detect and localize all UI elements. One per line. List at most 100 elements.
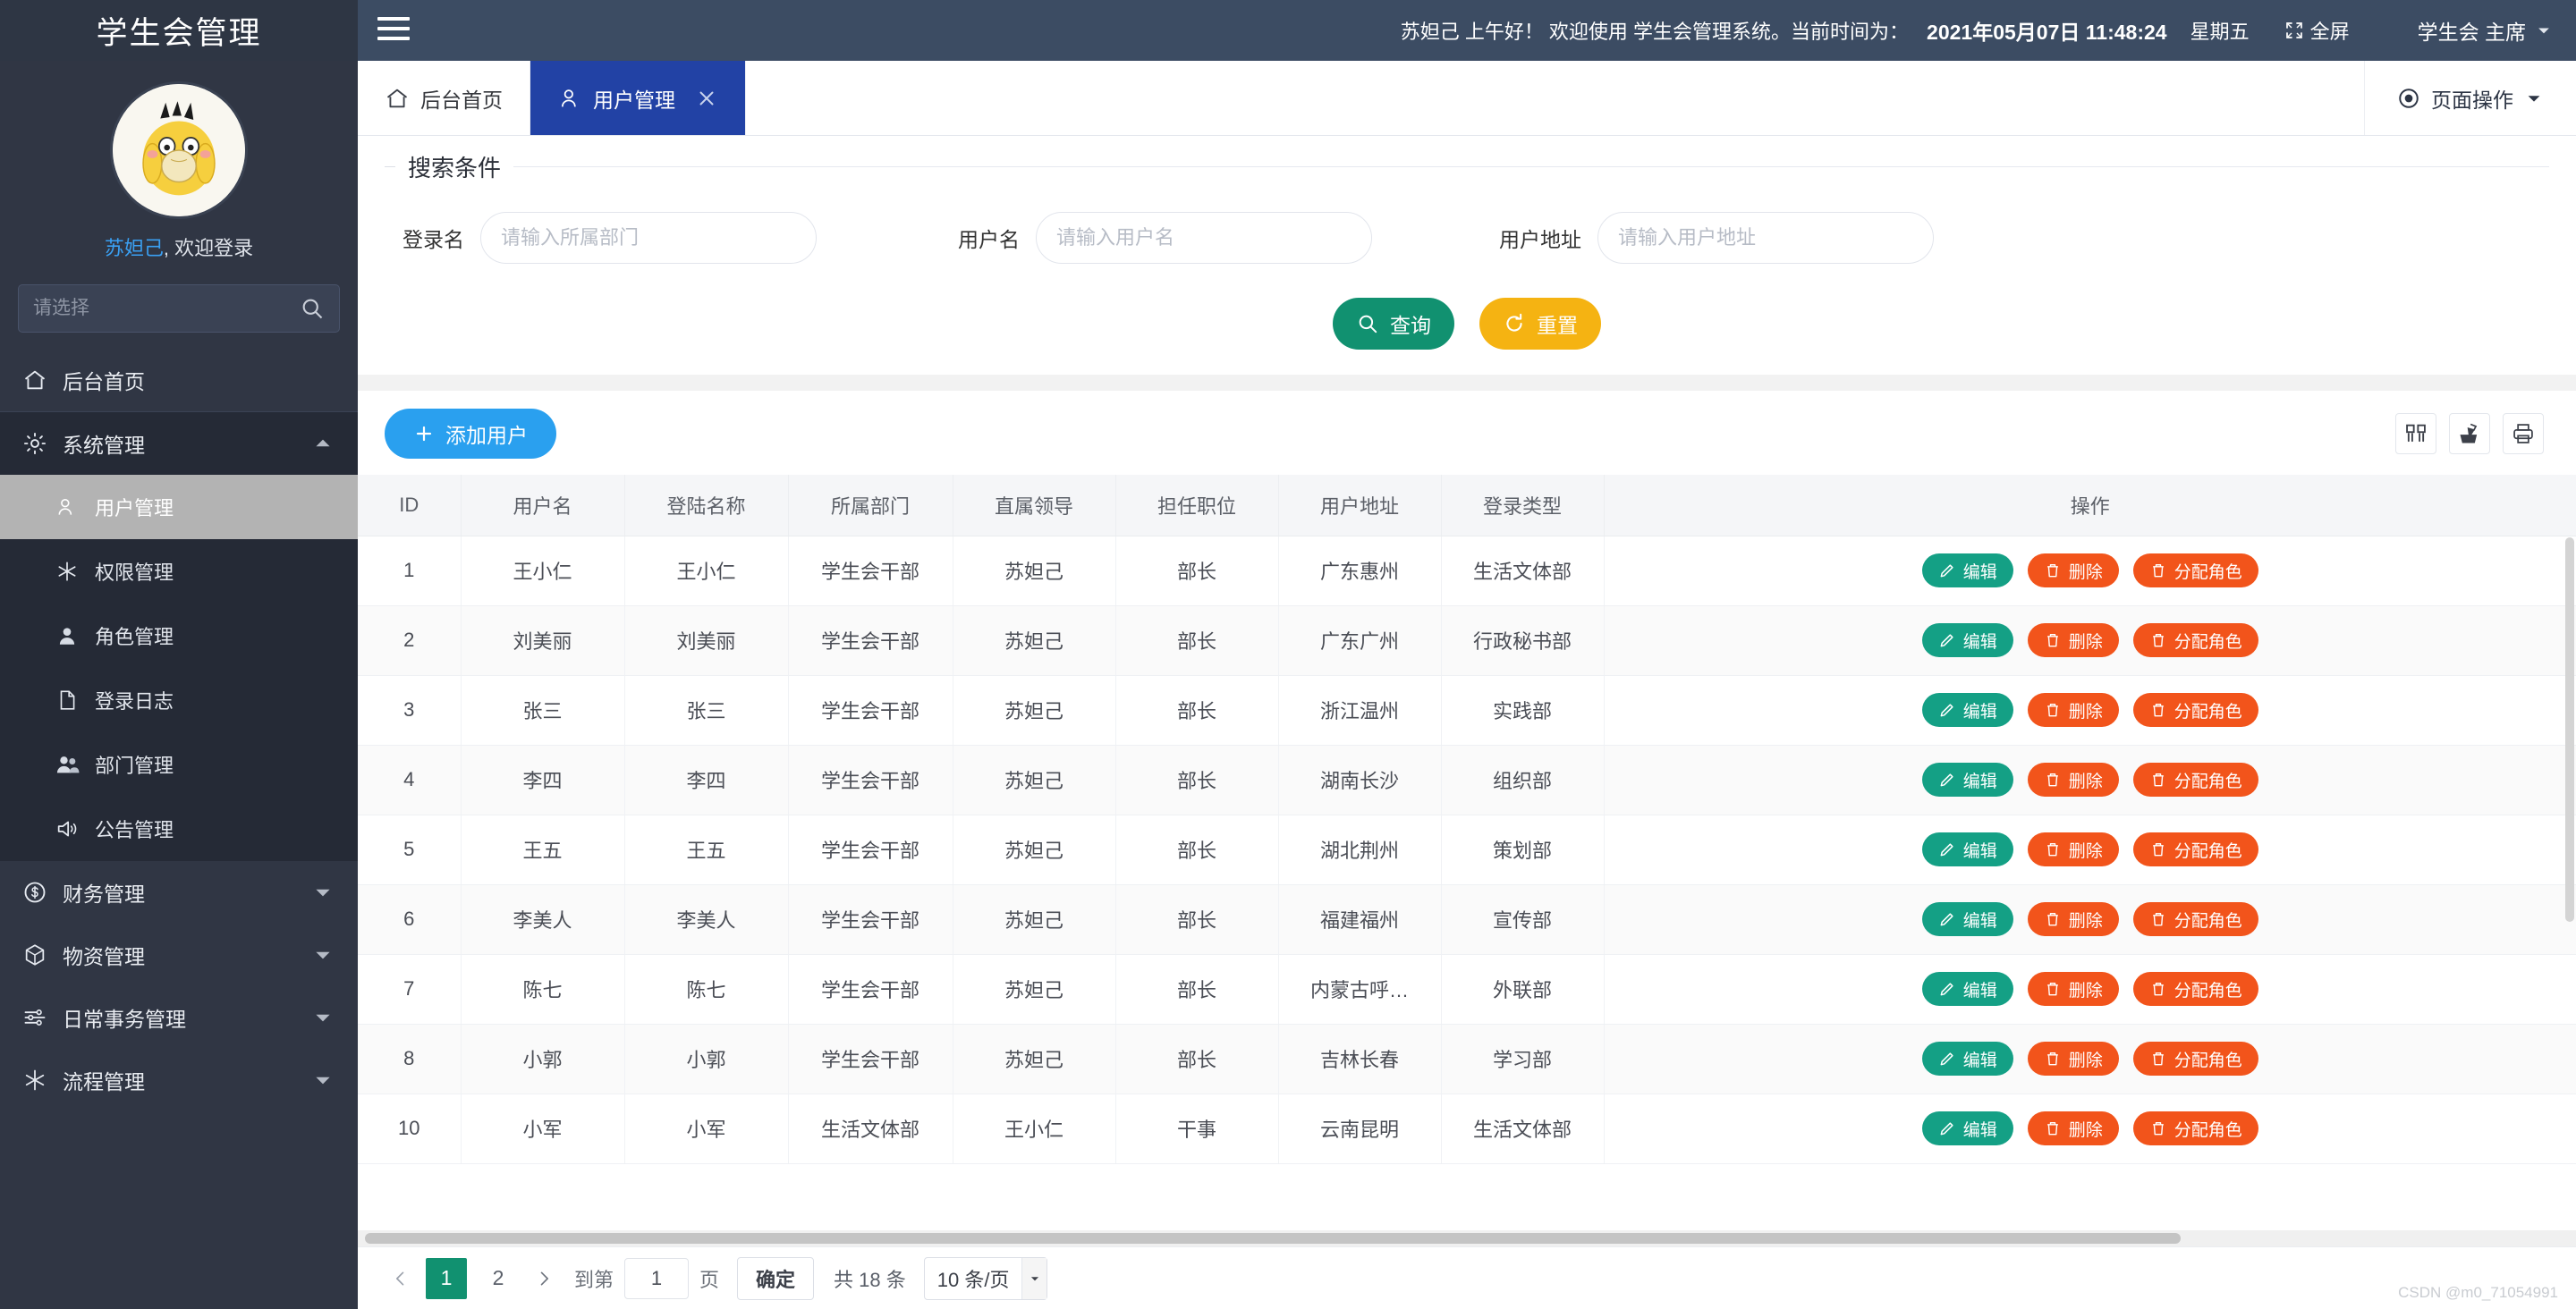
jump-page-input[interactable]	[624, 1258, 689, 1299]
table-row[interactable]: 3张三张三学生会干部苏妲己部长浙江温州实践部编辑删除分配角色	[358, 675, 2576, 745]
assign-role-button[interactable]: 分配角色	[2133, 1111, 2258, 1145]
sidebar-item-permission-management[interactable]: 权限管理	[0, 539, 358, 604]
table-horizontal-scrollbar[interactable]	[358, 1230, 2576, 1246]
delete-button[interactable]: 删除	[2028, 553, 2119, 587]
delete-button[interactable]: 删除	[2028, 902, 2119, 936]
edit-button[interactable]: 编辑	[1922, 693, 2013, 727]
table-row[interactable]: 2刘美丽刘美丽学生会干部苏妲己部长广东广州行政秘书部编辑删除分配角色	[358, 605, 2576, 675]
assign-role-button[interactable]: 分配角色	[2133, 1042, 2258, 1076]
table-row[interactable]: 7陈七陈七学生会干部苏妲己部长内蒙古呼…外联部编辑删除分配角色	[358, 954, 2576, 1024]
delete-button[interactable]: 删除	[2028, 1111, 2119, 1145]
edit-button[interactable]: 编辑	[1922, 972, 2013, 1006]
pencil-icon	[1938, 1050, 1956, 1068]
user-address-input[interactable]	[1597, 212, 1934, 264]
add-user-button[interactable]: 添加用户	[385, 409, 556, 459]
reset-button[interactable]: 重置	[1479, 298, 1601, 350]
tab-home[interactable]: 后台首页	[358, 61, 530, 135]
cell-loginname: 刘美丽	[624, 605, 788, 675]
assign-role-button[interactable]: 分配角色	[2133, 763, 2258, 797]
close-icon[interactable]	[695, 87, 718, 110]
page-size-select[interactable]: 10 条/页	[924, 1257, 1048, 1300]
table-vertical-scrollbar[interactable]	[2565, 537, 2574, 1227]
search-section-title-label: 搜索条件	[408, 150, 501, 183]
next-page-button[interactable]	[524, 1259, 564, 1298]
sidebar-group-daily-affairs[interactable]: 日常事务管理	[0, 986, 358, 1049]
delete-button[interactable]: 删除	[2028, 763, 2119, 797]
confirm-jump-button[interactable]: 确定	[737, 1257, 814, 1300]
prev-page-button[interactable]	[381, 1259, 420, 1298]
filter-user-address-label: 用户地址	[1499, 223, 1581, 253]
column-header-position[interactable]: 担任职位	[1115, 475, 1278, 536]
table-row[interactable]: 6李美人李美人学生会干部苏妲己部长福建福州宣传部编辑删除分配角色	[358, 884, 2576, 954]
cell-operations: 编辑删除分配角色	[1604, 1024, 2576, 1094]
column-header-id[interactable]: ID	[358, 475, 461, 536]
export-button[interactable]	[2449, 413, 2490, 454]
edit-button[interactable]: 编辑	[1922, 1042, 2013, 1076]
login-name-input[interactable]	[480, 212, 817, 264]
print-button[interactable]	[2503, 413, 2544, 454]
cell-department: 学生会干部	[788, 745, 953, 815]
cell-username: 张三	[461, 675, 624, 745]
chevron-down-icon[interactable]	[1021, 1258, 1046, 1299]
table-row[interactable]: 10小军小军生活文体部王小仁干事云南昆明生活文体部编辑删除分配角色	[358, 1094, 2576, 1163]
assign-role-button[interactable]: 分配角色	[2133, 553, 2258, 587]
assign-role-button[interactable]: 分配角色	[2133, 972, 2258, 1006]
query-button[interactable]: 查询	[1333, 298, 1454, 350]
sidebar-item-home[interactable]: 后台首页	[0, 349, 358, 411]
column-header-department[interactable]: 所属部门	[788, 475, 953, 536]
fullscreen-button[interactable]: 全屏	[2284, 16, 2350, 45]
user-name-input[interactable]	[1036, 212, 1372, 264]
cell-logintype: 实践部	[1441, 675, 1604, 745]
table-row[interactable]: 4李四李四学生会干部苏妲己部长湖南长沙组织部编辑删除分配角色	[358, 745, 2576, 815]
delete-button[interactable]: 删除	[2028, 972, 2119, 1006]
sidebar-menu: 后台首页 系统管理	[0, 349, 358, 1111]
column-header-loginname[interactable]: 登陆名称	[624, 475, 788, 536]
column-header-leader[interactable]: 直属领导	[953, 475, 1115, 536]
sidebar-item-role-management[interactable]: 角色管理	[0, 604, 358, 668]
sidebar-item-announcement-management[interactable]: 公告管理	[0, 797, 358, 861]
page-number-2[interactable]: 2	[478, 1258, 519, 1299]
edit-button[interactable]: 编辑	[1922, 553, 2013, 587]
edit-button[interactable]: 编辑	[1922, 623, 2013, 657]
assign-role-button[interactable]: 分配角色	[2133, 693, 2258, 727]
assign-role-button[interactable]: 分配角色	[2133, 902, 2258, 936]
user-menu[interactable]: 学生会 主席	[2418, 15, 2553, 46]
page-operations-menu[interactable]: 页面操作	[2365, 61, 2576, 135]
menu-toggle-icon[interactable]	[377, 17, 410, 44]
sidebar-search[interactable]	[18, 284, 340, 333]
edit-button[interactable]: 编辑	[1922, 1111, 2013, 1145]
table-row[interactable]: 8小郭小郭学生会干部苏妲己部长吉林长春学习部编辑删除分配角色	[358, 1024, 2576, 1094]
cell-leader: 苏妲己	[953, 1024, 1115, 1094]
scrollbar-thumb[interactable]	[2565, 537, 2574, 922]
topbar: 苏妲己 上午好！ 欢迎使用 学生会管理系统。当前时间为： 2021年05月07日…	[358, 0, 2576, 61]
table-row[interactable]: 5王五王五学生会干部苏妲己部长湖北荆州策划部编辑删除分配角色	[358, 815, 2576, 884]
sidebar-group-finance[interactable]: 财务管理	[0, 861, 358, 924]
sidebar-group-process[interactable]: 流程管理	[0, 1049, 358, 1111]
edit-button[interactable]: 编辑	[1922, 902, 2013, 936]
edit-button[interactable]: 编辑	[1922, 763, 2013, 797]
table-row[interactable]: 1王小仁王小仁学生会干部苏妲己部长广东惠州生活文体部编辑删除分配角色	[358, 536, 2576, 605]
delete-button[interactable]: 删除	[2028, 693, 2119, 727]
tab-user-management[interactable]: 用户管理	[530, 61, 746, 135]
avatar[interactable]	[113, 84, 245, 216]
delete-button[interactable]: 删除	[2028, 1042, 2119, 1076]
delete-button[interactable]: 删除	[2028, 623, 2119, 657]
sidebar-item-department-management[interactable]: 部门管理	[0, 732, 358, 797]
edit-button[interactable]: 编辑	[1922, 832, 2013, 866]
page-number-1[interactable]: 1	[426, 1258, 467, 1299]
sidebar-group-materials[interactable]: 物资管理	[0, 924, 358, 986]
delete-button[interactable]: 删除	[2028, 832, 2119, 866]
sidebar-search-input[interactable]	[33, 298, 300, 319]
assign-role-button[interactable]: 分配角色	[2133, 623, 2258, 657]
sidebar-item-login-log[interactable]: 登录日志	[0, 668, 358, 732]
column-header-username[interactable]: 用户名	[461, 475, 624, 536]
assign-role-button[interactable]: 分配角色	[2133, 832, 2258, 866]
scrollbar-thumb[interactable]	[365, 1233, 2181, 1244]
sidebar-item-user-management[interactable]: 用户管理	[0, 475, 358, 539]
columns-button[interactable]	[2395, 413, 2436, 454]
column-header-logintype[interactable]: 登录类型	[1441, 475, 1604, 536]
cell-address: 内蒙古呼…	[1278, 954, 1441, 1024]
sidebar-group-system[interactable]: 系统管理	[0, 412, 358, 475]
sidebar: 学生会管理	[0, 0, 358, 1309]
column-header-address[interactable]: 用户地址	[1278, 475, 1441, 536]
